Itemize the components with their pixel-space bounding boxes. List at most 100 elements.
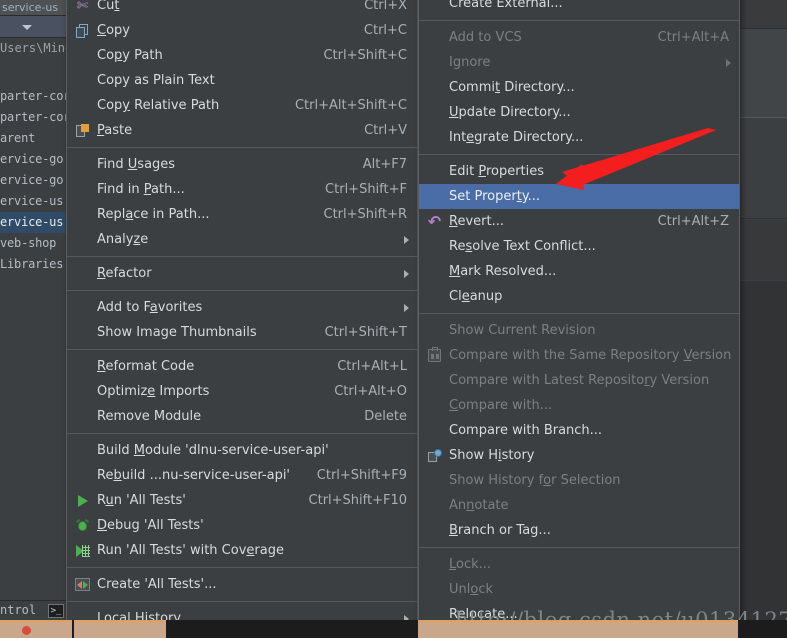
menu-item-analyze[interactable]: Analyze: [67, 227, 417, 252]
menu-item-create-all-tests[interactable]: Create 'All Tests'...: [67, 572, 417, 597]
menu-item-branch-or-tag[interactable]: Branch or Tag...: [419, 518, 739, 543]
tree-item[interactable]: ervice-us: [0, 191, 66, 212]
menu-separator: [67, 567, 417, 568]
menu-item-shortcut: Ctrl+Alt+Z: [657, 214, 729, 229]
taskbar-window-3[interactable]: [418, 620, 738, 638]
taskbar-window-2[interactable]: [74, 620, 166, 638]
menu-item-find-usages[interactable]: Find Usages Alt+F7: [67, 152, 417, 177]
menu-item-remove-module[interactable]: Remove Module Delete: [67, 404, 417, 429]
taskbar-window-1[interactable]: [0, 620, 72, 638]
menu-item-label: Copy as Plain Text: [97, 73, 215, 88]
menu-item-cleanup[interactable]: Cleanup: [419, 284, 739, 309]
project-path-label: Users\Ming: [0, 41, 66, 55]
menu-item-edit-properties[interactable]: Edit Properties: [419, 159, 739, 184]
menu-item-show-history-for-selection: Show History for Selection: [419, 468, 739, 493]
menu-item-rebuild-nu-service-user-api[interactable]: Rebuild ...nu-service-user-api' Ctrl+Shif…: [67, 463, 417, 488]
menu-item-revert[interactable]: ↶ Revert... Ctrl+Alt+Z: [419, 209, 739, 234]
project-tree-panel[interactable]: service-us Users\Ming parter-cor parter-c…: [0, 0, 66, 600]
menu-item-mark-resolved[interactable]: Mark Resolved...: [419, 259, 739, 284]
menu-separator: [67, 147, 417, 148]
menu-item-cut[interactable]: ✄ Cut Ctrl+X: [67, 0, 417, 18]
menu-item-label: Create 'All Tests'...: [97, 577, 217, 592]
menu-item-shortcut: Ctrl+Shift+T: [324, 325, 407, 340]
menu-item-label: Revert...: [449, 214, 504, 229]
paste-icon: [74, 122, 91, 139]
submenu-arrow-icon: [404, 236, 409, 244]
menu-item-show-current-revision: Show Current Revision: [419, 318, 739, 343]
menu-item-integrate-directory[interactable]: Integrate Directory...: [419, 125, 739, 150]
menu-item-reformat-code[interactable]: Reformat Code Ctrl+Alt+L: [67, 354, 417, 379]
menu-item-set-property[interactable]: Set Property...: [419, 184, 739, 209]
menu-item-copy-relative-path[interactable]: Copy Relative Path Ctrl+Alt+Shift+C: [67, 93, 417, 118]
menu-item-compare-with-branch[interactable]: Compare with Branch...: [419, 418, 739, 443]
menu-item-create-external[interactable]: Create External...: [419, 0, 739, 16]
menu-item-update-directory[interactable]: Update Directory...: [419, 100, 739, 125]
menu-item-shortcut: Ctrl+Shift+C: [323, 48, 407, 63]
tree-item[interactable]: ervice-go: [0, 149, 66, 170]
menu-separator: [419, 313, 739, 314]
tree-item-label: ervice-go: [0, 173, 64, 187]
menu-item-add-to-favorites[interactable]: Add to Favorites: [67, 295, 417, 320]
project-tree-list[interactable]: parter-cor parter-cor arent ervice-go ervice…: [0, 86, 66, 275]
menu-item-run-all-tests[interactable]: Run 'All Tests' Ctrl+Shift+F10: [67, 488, 417, 513]
tree-item[interactable]: ervice-us: [0, 212, 66, 233]
editor-strip-4: [740, 220, 787, 280]
menu-item-label: Branch or Tag...: [449, 523, 551, 538]
menu-item-copy-as-plain-text[interactable]: Copy as Plain Text: [67, 68, 417, 93]
tree-item[interactable]: veb-shop: [0, 233, 66, 254]
menu-item-replace-in-path[interactable]: Replace in Path... Ctrl+Shift+R: [67, 202, 417, 227]
tree-item[interactable]: Libraries: [0, 254, 66, 275]
menu-item-shortcut: Ctrl+V: [364, 123, 407, 138]
subversion-submenu[interactable]: Create External... Add to VCS Ctrl+Alt+A Ig…: [418, 0, 740, 638]
menu-item-copy-path[interactable]: Copy Path Ctrl+Shift+C: [67, 43, 417, 68]
menu-item-label: Mark Resolved...: [449, 264, 557, 279]
menu-item-resolve-text-conflict[interactable]: Resolve Text Conflict...: [419, 234, 739, 259]
menu-item-label: Lock...: [449, 557, 492, 572]
terminal-icon[interactable]: >_: [48, 604, 64, 618]
menu-separator: [67, 290, 417, 291]
menu-item-label: Copy: [97, 23, 130, 38]
chevron-down-icon[interactable]: [22, 25, 32, 30]
menu-item-label: Show History: [449, 448, 535, 463]
menu-item-copy[interactable]: Copy Ctrl+C: [67, 18, 417, 43]
menu-item-show-image-thumbnails[interactable]: Show Image Thumbnails Ctrl+Shift+T: [67, 320, 417, 345]
debug-icon: [74, 517, 91, 534]
menu-item-label: Create External...: [449, 0, 563, 11]
menu-item-label: Run 'All Tests': [97, 493, 186, 508]
menu-item-build-module-dlnu-service-user-api[interactable]: Build Module 'dlnu-service-user-api': [67, 438, 417, 463]
menu-item-label: Optimize Imports: [97, 384, 210, 399]
menu-item-commit-directory[interactable]: Commit Directory...: [419, 75, 739, 100]
menu-item-find-in-path[interactable]: Find in Path... Ctrl+Shift+F: [67, 177, 417, 202]
menu-item-show-history[interactable]: Show History: [419, 443, 739, 468]
menu-item-compare-with-latest-repository-version: Compare with Latest Repository Version: [419, 368, 739, 393]
copy-icon: [74, 22, 91, 39]
menu-item-compare-with-the-same-repository-version: Compare with the Same Repository Version: [419, 343, 739, 368]
editor-strip-1: [740, 0, 787, 28]
menu-item-refactor[interactable]: Refactor: [67, 261, 417, 286]
menu-item-label: Integrate Directory...: [449, 130, 584, 145]
menu-item-shortcut: Ctrl+Shift+F10: [308, 493, 407, 508]
tree-item[interactable]: parter-cor: [0, 86, 66, 107]
menu-item-shortcut: Ctrl+X: [364, 0, 407, 13]
os-taskbar[interactable]: [0, 620, 787, 638]
tree-item[interactable]: parter-cor: [0, 107, 66, 128]
menu-item-paste[interactable]: Paste Ctrl+V: [67, 118, 417, 143]
scissors-icon: ✄: [76, 0, 89, 14]
tree-item-label: parter-cor: [0, 89, 66, 103]
menu-item-debug-all-tests[interactable]: Debug 'All Tests': [67, 513, 417, 538]
tree-item[interactable]: ervice-go: [0, 170, 66, 191]
menu-item-label: Edit Properties: [449, 164, 545, 179]
menu-item-optimize-imports[interactable]: Optimize Imports Ctrl+Alt+O: [67, 379, 417, 404]
project-tree-toolbar[interactable]: [0, 16, 66, 38]
menu-item-shortcut: Ctrl+Alt+L: [337, 359, 407, 374]
menu-item-label: Set Property...: [449, 189, 541, 204]
menu-separator: [67, 349, 417, 350]
menu-item-shortcut: Ctrl+Alt+Shift+C: [294, 98, 407, 113]
menu-item-label: Compare with...: [449, 398, 553, 413]
project-tool-window-tab[interactable]: service-us: [0, 0, 66, 16]
project-context-menu[interactable]: ✄ Cut Ctrl+X Copy Ctrl+C Copy Path Ctrl+Shift+…: [66, 0, 418, 638]
menu-item-label: Build Module 'dlnu-service-user-api': [97, 443, 329, 458]
tree-item[interactable]: arent: [0, 128, 66, 149]
menu-item-label: Refactor: [97, 266, 152, 281]
menu-item-run-all-tests-with-coverage[interactable]: Run 'All Tests' with Coverage: [67, 538, 417, 563]
